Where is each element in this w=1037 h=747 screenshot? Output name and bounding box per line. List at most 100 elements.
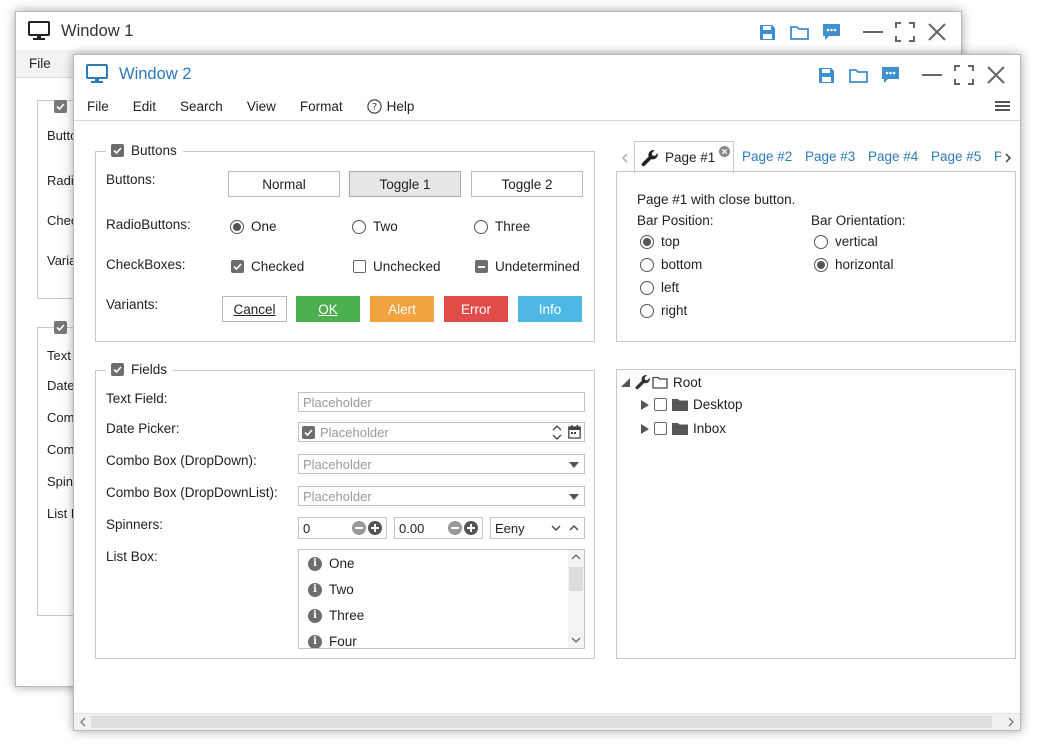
save-icon[interactable] — [751, 21, 783, 43]
folder-icon[interactable] — [842, 64, 874, 86]
toggle-1-button[interactable]: Toggle 1 — [349, 171, 461, 197]
text-field[interactable]: Placeholder — [298, 392, 585, 412]
radio-position-left[interactable]: left — [640, 280, 679, 295]
list-box-scrollbar[interactable] — [568, 550, 584, 648]
checkbox-checked-icon[interactable] — [54, 100, 67, 113]
normal-button[interactable]: Normal — [228, 171, 340, 197]
scroll-right-icon[interactable] — [1008, 717, 1014, 727]
checkbox-checked-icon[interactable] — [111, 144, 124, 157]
tab-page-4[interactable]: Page #4 — [868, 149, 918, 164]
combo-box-dropdownlist[interactable]: Placeholder — [298, 486, 585, 506]
tab-scroll-left-icon[interactable] — [622, 153, 628, 163]
scroll-down-icon[interactable] — [571, 637, 581, 643]
checkbox-empty-icon[interactable] — [654, 422, 667, 435]
cancel-button[interactable]: Cancel — [222, 296, 287, 322]
minimize-icon[interactable] — [857, 21, 889, 43]
bar-position-label: Bar Position: — [637, 213, 714, 228]
scroll-thumb[interactable] — [569, 567, 583, 591]
menu-help[interactable]: ? Help — [355, 99, 427, 114]
menu-format[interactable]: Format — [288, 99, 355, 114]
alert-button[interactable]: Alert — [370, 296, 434, 322]
integer-spinner[interactable]: 0 — [298, 517, 387, 539]
chat-icon[interactable] — [815, 21, 847, 43]
save-icon[interactable] — [810, 64, 842, 86]
window-1-titlebar[interactable]: Window 1 — [16, 12, 961, 50]
dropdown-arrow-icon[interactable] — [569, 462, 579, 468]
radio-orientation-vertical[interactable]: vertical — [814, 234, 878, 249]
info-button[interactable]: Info — [518, 296, 582, 322]
menu-edit[interactable]: Edit — [121, 99, 168, 114]
maximize-icon[interactable] — [948, 64, 980, 86]
checkbox-checked-icon[interactable] — [111, 363, 124, 376]
chevron-up-icon[interactable] — [569, 525, 579, 531]
list-box[interactable]: i One i Two i Three i Four — [298, 549, 585, 649]
list-item[interactable]: i One — [308, 556, 355, 571]
folder-icon — [672, 398, 688, 411]
tree-expanded-arrow-icon[interactable] — [621, 377, 630, 387]
horizontal-scrollbar[interactable] — [74, 713, 1020, 730]
combo-box-dropdown[interactable]: Placeholder — [298, 454, 585, 474]
error-button[interactable]: Error — [444, 296, 508, 322]
checkbox-checked[interactable]: Checked — [231, 259, 304, 274]
radio-three[interactable]: Three — [474, 219, 530, 234]
checkbox-undetermined[interactable]: Undetermined — [475, 259, 580, 274]
chevron-down-icon[interactable] — [551, 525, 561, 531]
ok-button[interactable]: OK — [296, 296, 360, 322]
list-item[interactable]: i Three — [308, 608, 364, 623]
radio-two[interactable]: Two — [352, 219, 398, 234]
dropdown-arrow-icon[interactable] — [569, 494, 579, 500]
tree-node-root[interactable]: Root — [621, 374, 707, 390]
menu-file[interactable]: File — [16, 56, 63, 71]
menu-file[interactable]: File — [74, 99, 121, 114]
tree-collapsed-arrow-icon[interactable] — [641, 423, 649, 434]
calendar-icon[interactable] — [568, 425, 581, 439]
tree-node-inbox[interactable]: Inbox — [641, 421, 731, 436]
list-spinner[interactable]: Eeny — [490, 517, 585, 539]
close-icon[interactable] — [980, 64, 1012, 86]
minus-circle-icon[interactable] — [448, 521, 462, 535]
toggle-2-button[interactable]: Toggle 2 — [471, 171, 583, 197]
radio-one[interactable]: One — [230, 219, 277, 234]
menu-search[interactable]: Search — [168, 99, 235, 114]
plus-circle-icon[interactable] — [464, 521, 478, 535]
tab-page-3[interactable]: Page #3 — [805, 149, 855, 164]
radio-position-bottom[interactable]: bottom — [640, 257, 702, 272]
tree-view[interactable]: Root Desktop Inbox — [616, 369, 1016, 659]
spin-updown-icon[interactable] — [552, 424, 562, 441]
menu-view[interactable]: View — [235, 99, 288, 114]
window-title: Window 2 — [119, 65, 192, 83]
checkbox-checked-icon[interactable] — [54, 321, 67, 334]
tab-page-2[interactable]: Page #2 — [742, 149, 792, 164]
close-icon[interactable] — [921, 21, 953, 43]
info-icon: i — [308, 608, 322, 623]
tab-page-1[interactable]: Page #1 — [634, 141, 734, 173]
checkbox-unchecked[interactable]: Unchecked — [353, 259, 441, 274]
tree-collapsed-arrow-icon[interactable] — [641, 399, 649, 410]
tab-close-icon[interactable] — [719, 146, 730, 157]
radio-position-right[interactable]: right — [640, 303, 687, 318]
list-item[interactable]: i Two — [308, 582, 354, 597]
date-picker[interactable]: Placeholder — [298, 422, 585, 442]
minimize-icon[interactable] — [916, 64, 948, 86]
chat-icon[interactable] — [874, 64, 906, 86]
maximize-icon[interactable] — [889, 21, 921, 43]
tab-scroll-right-icon[interactable] — [1005, 153, 1011, 163]
decimal-spinner[interactable]: 0.00 — [394, 517, 483, 539]
window-2-titlebar[interactable]: Window 2 — [74, 55, 1020, 93]
hamburger-menu-icon[interactable] — [995, 100, 1010, 112]
checkbox-empty-icon[interactable] — [654, 398, 667, 411]
window-2[interactable]: Window 2 File Edit Search View Format ? … — [73, 54, 1021, 731]
tree-node-desktop[interactable]: Desktop — [641, 397, 748, 412]
tab-page-6-partial[interactable]: P — [994, 149, 1001, 164]
minus-circle-icon[interactable] — [352, 521, 366, 535]
tab-page-5[interactable]: Page #5 — [931, 149, 981, 164]
scroll-left-icon[interactable] — [80, 717, 86, 727]
radio-orientation-horizontal[interactable]: horizontal — [814, 257, 894, 272]
radio-position-top[interactable]: top — [640, 234, 680, 249]
plus-circle-icon[interactable] — [368, 521, 382, 535]
list-item[interactable]: i Four — [308, 634, 357, 648]
folder-icon[interactable] — [783, 21, 815, 43]
horizontal-scroll-thumb[interactable] — [91, 716, 992, 728]
checkbox-checked-icon[interactable] — [302, 425, 315, 439]
scroll-up-icon[interactable] — [571, 554, 581, 560]
